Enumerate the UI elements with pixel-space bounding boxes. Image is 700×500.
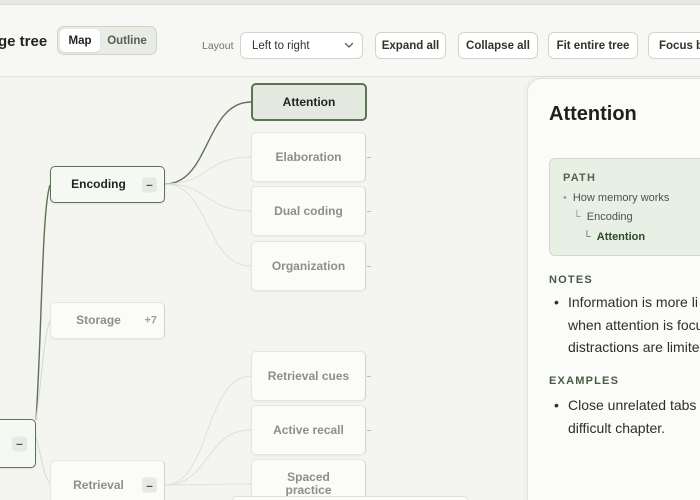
node-label: Encoding (71, 177, 126, 191)
page-title: ge tree (0, 33, 48, 50)
hidden-children-count[interactable]: +7 (144, 314, 157, 327)
path-item-current: └ Attention (583, 231, 646, 243)
expand-all-button[interactable]: Expand all (375, 32, 446, 59)
link-encoding-attention (164, 101, 252, 185)
root-node[interactable]: – (0, 419, 36, 468)
node-spaced-practice[interactable]: Spaced practice (251, 459, 366, 500)
node-label: Active recall (273, 422, 344, 437)
map-view-button[interactable]: Map (60, 29, 100, 52)
node-attention[interactable]: Attention (251, 83, 367, 121)
examples-heading: EXAMPLES (549, 375, 620, 387)
node-label: Retrieval cues (267, 368, 350, 383)
collapse-toggle[interactable]: – (12, 436, 27, 451)
layout-label: Layout (202, 40, 234, 52)
link-retrieval-cues (164, 375, 252, 486)
link-encoding-dual-coding (164, 183, 252, 212)
node-label: Elaboration (275, 149, 342, 164)
node-retrieval-cues[interactable]: Retrieval cues (251, 351, 371, 401)
link-retrieval-active-recall (164, 429, 252, 486)
link-root-encoding (35, 184, 51, 421)
collapse-toggle[interactable]: – (142, 177, 157, 192)
node-label: Storage (76, 313, 121, 327)
node-dual-coding[interactable]: Dual coding (251, 186, 371, 236)
bottom-overlay (232, 496, 468, 500)
toolbar: ge tree Map Outline Layout Left to right… (0, 5, 700, 77)
fit-entire-tree-button[interactable]: Fit entire tree (548, 32, 638, 59)
notes-heading: NOTES (549, 274, 593, 286)
chevron-down-icon (344, 42, 354, 48)
node-encoding[interactable]: Encoding – (50, 166, 165, 203)
layout-select-value: Left to right (252, 39, 310, 52)
path-heading: PATH (563, 172, 597, 184)
path-item-encoding[interactable]: └ Encoding (573, 211, 633, 223)
link-encoding-organization (164, 183, 252, 267)
collapse-toggle[interactable]: – (142, 477, 157, 493)
node-storage[interactable]: Storage +7 (50, 302, 165, 339)
path-box: PATH • How memory works └ Encoding └ Attent… (549, 158, 700, 256)
collapse-all-button[interactable]: Collapse all (458, 32, 538, 59)
node-elaboration[interactable]: Elaboration (251, 132, 371, 182)
link-encoding-elaboration (164, 156, 252, 185)
node-label: Spaced practice (285, 470, 332, 497)
view-toggle: Map Outline (57, 26, 157, 55)
outline-view-button[interactable]: Outline (100, 29, 154, 52)
node-active-recall[interactable]: Active recall (251, 405, 371, 455)
path-item-root[interactable]: • How memory works (563, 192, 669, 204)
link-root-retrieval (35, 437, 51, 484)
details-panel: Attention PATH • How memory works └ Encodi… (527, 78, 700, 500)
node-label: Organization (271, 258, 346, 273)
node-retrieval[interactable]: Retrieval – (50, 460, 165, 500)
link-retrieval-spaced-practice (164, 483, 252, 486)
layout-select[interactable]: Left to right (240, 32, 363, 59)
panel-title: Attention (549, 103, 637, 125)
node-organization[interactable]: Organization (251, 241, 371, 291)
node-label: Dual coding (274, 203, 343, 218)
node-label: Attention (282, 94, 336, 109)
focus-button[interactable]: Focus b (648, 32, 700, 59)
node-label: Retrieval (73, 477, 124, 492)
